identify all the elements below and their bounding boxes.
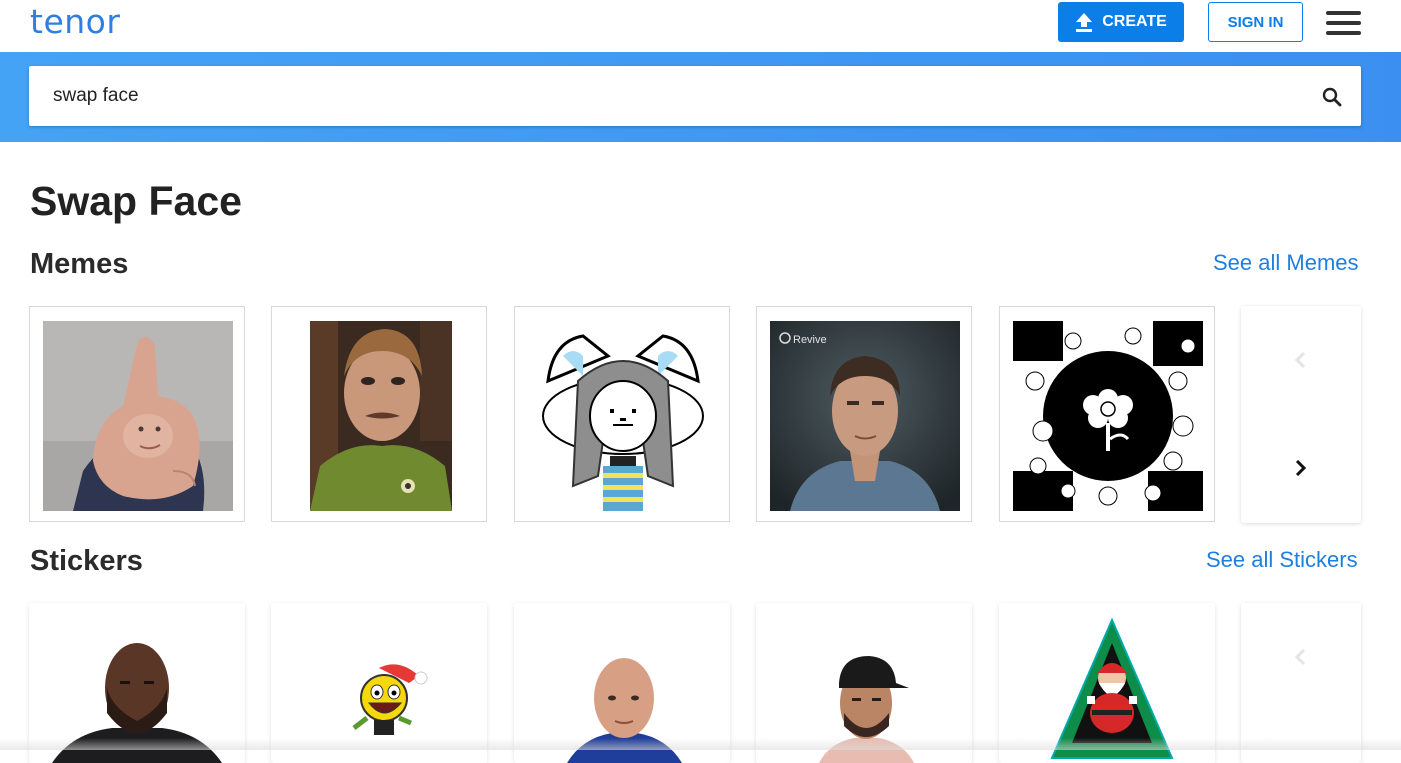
hamburger-icon-line [1326, 31, 1361, 35]
memes-carousel-nav [1241, 306, 1361, 523]
chevron-right-icon[interactable] [1291, 458, 1311, 478]
hamburger-icon [1326, 11, 1361, 15]
meme-gif-flowey-undertale [1013, 321, 1203, 511]
hamburger-menu-button[interactable] [1326, 11, 1362, 35]
memes-section-title: Memes [30, 248, 129, 280]
tenor-logo[interactable]: tenor [30, 2, 120, 42]
sign-in-button[interactable]: SIGN IN [1208, 2, 1303, 42]
meme-gif-boy-face [310, 321, 452, 511]
top-navigation-bar: tenor CREATE SIGN IN [0, 0, 1401, 52]
search-input[interactable] [53, 66, 1273, 126]
meme-card[interactable] [999, 306, 1215, 522]
meme-gif-temmie-pixel [528, 321, 718, 511]
meme-card[interactable] [271, 306, 487, 522]
revive-watermark: Revive [793, 334, 827, 346]
see-all-stickers-link[interactable]: See all Stickers [1206, 545, 1358, 575]
search-band [0, 52, 1401, 142]
meme-gif-thumbs-up-face [43, 321, 233, 511]
search-icon[interactable] [1322, 87, 1342, 107]
sticker-awesome-face-santa [352, 664, 428, 735]
page-title: Swap Face [30, 178, 242, 224]
meme-card[interactable]: Revive [756, 306, 972, 522]
meme-card[interactable] [29, 306, 245, 522]
search-box [29, 66, 1361, 126]
meme-gif-man-portrait: Revive [770, 321, 960, 511]
bottom-fade [0, 738, 1401, 750]
chevron-left-icon[interactable] [1291, 647, 1311, 667]
upload-arrow-icon [1076, 13, 1093, 32]
hamburger-icon-line [1326, 21, 1361, 25]
meme-card[interactable] [514, 306, 730, 522]
create-button[interactable]: CREATE [1058, 2, 1184, 42]
create-button-label: CREATE [1102, 13, 1167, 30]
see-all-memes-link[interactable]: See all Memes [1213, 248, 1359, 278]
stickers-section-title: Stickers [30, 545, 143, 577]
chevron-left-icon[interactable] [1291, 350, 1311, 370]
